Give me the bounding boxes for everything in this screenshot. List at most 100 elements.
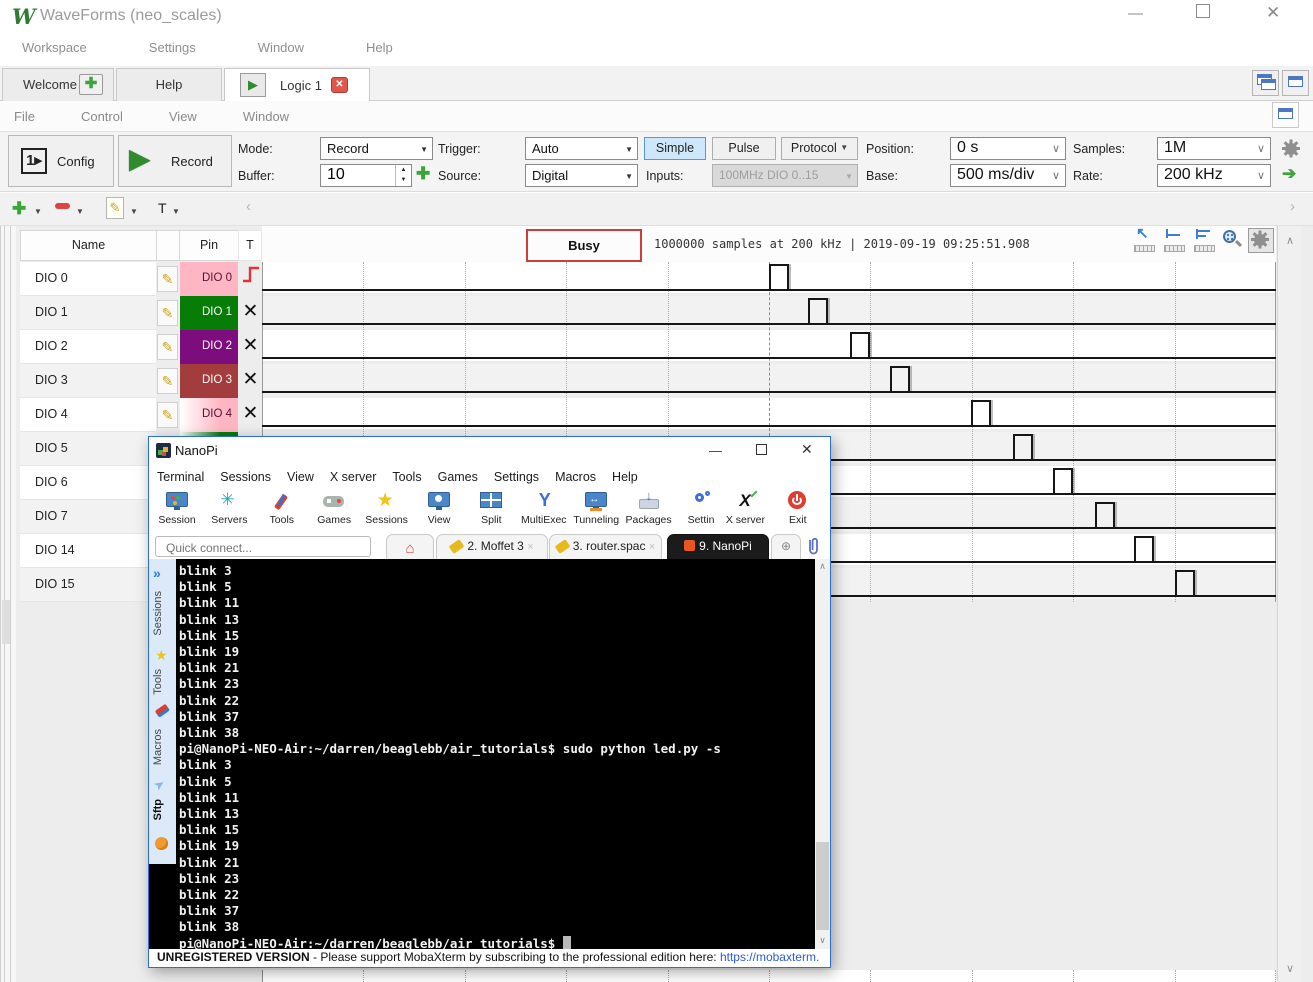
sidebar-tab-tools[interactable]: Tools: [152, 669, 164, 695]
tab-logic-1[interactable]: ▶ Logic 1 ✕: [224, 68, 370, 102]
close-tab-icon[interactable]: ×: [527, 541, 533, 553]
channel-name[interactable]: DIO 4: [20, 398, 156, 432]
channel-trigger-cell[interactable]: ✕: [240, 364, 261, 398]
base-combo[interactable]: 500 ms/div∨: [950, 164, 1066, 187]
rate-combo[interactable]: 200 kHz∨: [1157, 164, 1271, 187]
channel-pin-badge[interactable]: DIO 4: [180, 398, 238, 432]
sidebar-tab-macros[interactable]: Macros: [152, 729, 164, 765]
menu-settings[interactable]: Settings: [149, 30, 196, 55]
channel-name[interactable]: DIO 6: [20, 466, 156, 500]
scroll-up-icon[interactable]: ∧: [1278, 234, 1302, 247]
position-combo[interactable]: 0 s∨: [950, 137, 1066, 160]
source-select[interactable]: Digital▼: [525, 164, 638, 187]
trigger-column-icon[interactable]: T: [158, 200, 167, 216]
config-button[interactable]: 1▸ Config: [8, 135, 114, 187]
channel-name[interactable]: DIO 0: [20, 262, 156, 296]
tile-windows-button[interactable]: [1282, 70, 1309, 96]
channel-edit-icon[interactable]: ✎: [157, 266, 178, 292]
channel-name[interactable]: DIO 15: [20, 568, 156, 602]
mx-toolbar-games-button[interactable]: Games: [306, 491, 362, 526]
mx-toolbar-tunneling-button[interactable]: ↔Tunneling: [568, 491, 624, 526]
menu-help[interactable]: Help: [366, 30, 393, 55]
channel-trigger-cell[interactable]: ✕: [240, 330, 261, 364]
mx-tab-3-router-spac[interactable]: 3. router.spac ×: [549, 534, 662, 559]
trigger-x-icon[interactable]: ✕: [243, 403, 259, 424]
run-logic-icon[interactable]: ▶: [240, 73, 266, 97]
mx-menu-games[interactable]: Games: [438, 470, 478, 484]
channel-name[interactable]: DIO 7: [20, 500, 156, 534]
add-channel-menu-icon[interactable]: ▼: [34, 207, 42, 216]
add-workspace-icon[interactable]: ✚: [79, 74, 103, 95]
channel-pin-badge[interactable]: DIO 1: [180, 296, 238, 330]
xy-cursors-icon[interactable]: [1193, 228, 1216, 253]
trigger-rising-edge-icon[interactable]: [242, 262, 260, 286]
mx-tab-extra[interactable]: ⊕: [771, 534, 801, 559]
logic-menu-view[interactable]: View: [169, 101, 197, 124]
logic-menu-window[interactable]: Window: [243, 101, 289, 124]
spinner-arrows-icon[interactable]: ▲▼: [395, 165, 411, 186]
minimize-icon[interactable]: —: [709, 443, 722, 458]
menu-workspace[interactable]: Workspace: [22, 30, 87, 55]
waveform-row[interactable]: [262, 262, 1276, 293]
buffer-stepper[interactable]: 10 ▲▼: [320, 164, 412, 187]
left-scrollbar-thumb[interactable]: [2, 600, 10, 644]
gear-icon[interactable]: [1280, 138, 1303, 161]
mx-menu-x-server[interactable]: X server: [330, 470, 377, 484]
mx-toolbar-sessions-button[interactable]: ★Sessions: [359, 491, 415, 526]
mode-select[interactable]: Record▼: [320, 137, 433, 160]
add-channel-icon[interactable]: ✚: [12, 199, 26, 219]
x-cursor-icon[interactable]: [1163, 228, 1186, 253]
trigger-simple-button[interactable]: Simple: [644, 137, 706, 160]
mx-toolbar-split-button[interactable]: Split: [463, 491, 519, 526]
trigger-pulse-button[interactable]: Pulse: [712, 137, 776, 160]
paperclip-icon[interactable]: [804, 536, 822, 561]
zoom-icon[interactable]: [1221, 228, 1244, 253]
remove-channel-menu-icon[interactable]: ▼: [76, 207, 84, 216]
samples-combo[interactable]: 1M∨: [1157, 137, 1271, 160]
remove-channel-icon[interactable]: [55, 203, 70, 209]
mx-toolbar-session-button[interactable]: Session: [149, 491, 205, 526]
mx-toolbar-servers-button[interactable]: ✳Servers: [201, 491, 257, 526]
trigger-select[interactable]: Auto▼: [525, 137, 638, 160]
mx-menu-macros[interactable]: Macros: [555, 470, 596, 484]
cascade-windows-button[interactable]: [1252, 70, 1279, 96]
terminal[interactable]: » Sessions ★ Tools Macros ➤ Sftp blink 3…: [149, 559, 830, 949]
trigger-x-icon[interactable]: ✕: [243, 335, 259, 356]
scroll-down-icon[interactable]: ∨: [815, 935, 830, 946]
maximize-icon[interactable]: [1196, 4, 1210, 18]
mx-tab-extra[interactable]: ⌂: [386, 534, 434, 559]
minimize-icon[interactable]: —: [1128, 5, 1143, 22]
logic-menu-control[interactable]: Control: [81, 101, 123, 124]
mx-toolbar-tools-button[interactable]: Tools: [254, 491, 310, 526]
mx-menu-sessions[interactable]: Sessions: [220, 470, 271, 484]
channel-name[interactable]: DIO 2: [20, 330, 156, 364]
close-logic-tab-icon[interactable]: ✕: [331, 77, 348, 93]
terminal-scrollbar-thumb[interactable]: [816, 842, 829, 930]
edit-channel-icon[interactable]: ✎: [106, 197, 124, 219]
channel-trigger-cell[interactable]: [240, 262, 261, 296]
channel-trigger-cell[interactable]: ✕: [240, 398, 261, 432]
mx-toolbar-x-server-button[interactable]: XX server: [717, 491, 773, 526]
edit-channel-menu-icon[interactable]: ▼: [130, 207, 138, 216]
channel-edit-icon[interactable]: ✎: [157, 334, 178, 360]
channel-name[interactable]: DIO 3: [20, 364, 156, 398]
expand-right-icon[interactable]: ›: [1290, 198, 1295, 215]
add-buffer-icon[interactable]: ✚: [416, 164, 430, 184]
terminal-scrollbar[interactable]: ∧ ∨: [815, 559, 830, 949]
mx-toolbar-view-button[interactable]: View: [411, 491, 467, 526]
mx-menu-tools[interactable]: Tools: [392, 470, 421, 484]
tab-welcome[interactable]: Welcome ✚: [2, 68, 114, 101]
mobaxterm-titlebar[interactable]: NanoPi — ✕: [149, 437, 830, 465]
trigger-column-menu-icon[interactable]: ▼: [172, 207, 180, 216]
mx-toolbar-multiexec-button[interactable]: YMultiExec: [516, 491, 572, 526]
collapse-left-icon[interactable]: ‹: [246, 198, 251, 215]
close-icon[interactable]: ✕: [1266, 3, 1280, 23]
mx-tab-2-moffet-3[interactable]: 2. Moffet 3 ×: [436, 534, 548, 559]
mx-menu-settings[interactable]: Settings: [494, 470, 539, 484]
trigger-x-icon[interactable]: ✕: [243, 301, 259, 322]
record-button[interactable]: ▶ Record: [118, 135, 232, 187]
channel-pin-badge[interactable]: DIO 3: [180, 364, 238, 398]
sidebar-expand-icon[interactable]: »: [153, 565, 161, 581]
logic-menu-file[interactable]: File: [14, 101, 35, 124]
mx-tab-9-nanopi[interactable]: 9. NanoPi: [667, 534, 769, 559]
